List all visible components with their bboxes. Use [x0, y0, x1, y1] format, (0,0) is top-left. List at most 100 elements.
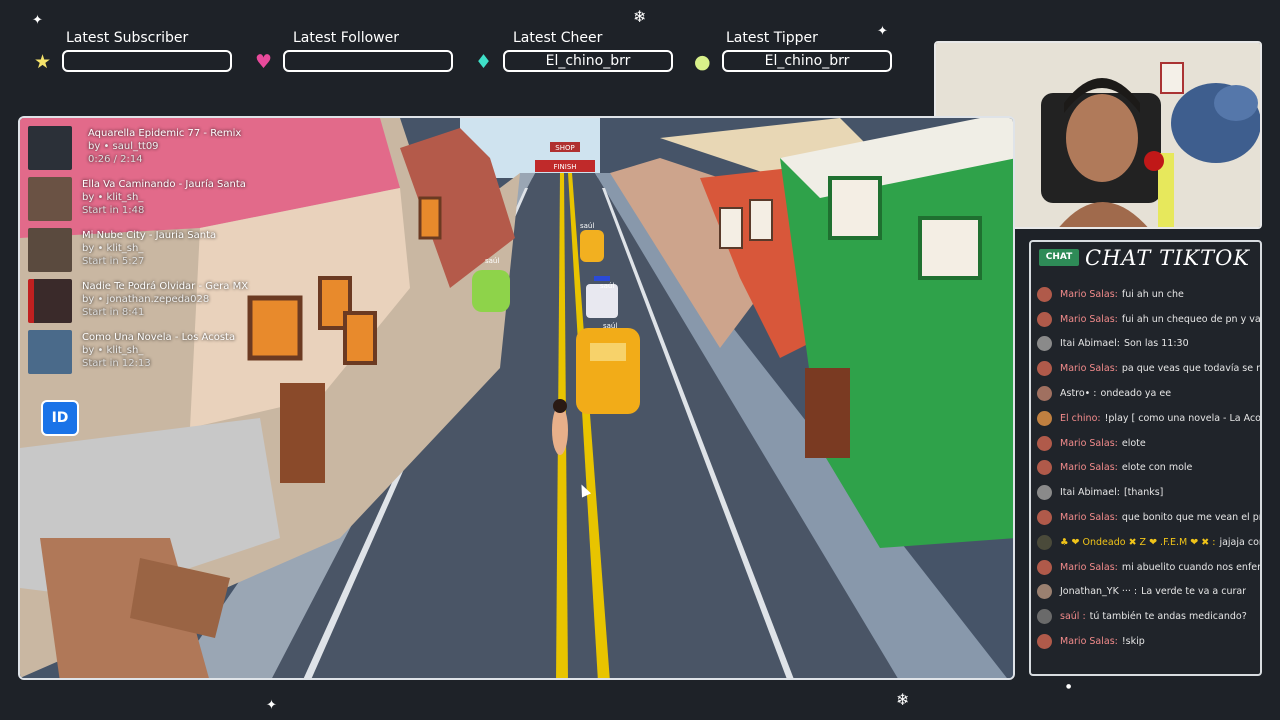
queue-item: Nadie Te Podrá Olvidar - Gera MX by • jo… — [26, 277, 256, 328]
chat-text: jajaja com — [1219, 536, 1260, 548]
chat-username: Mario Salas: — [1060, 363, 1118, 375]
chat-message: Mario Salas: fui ah un che — [1037, 282, 1260, 307]
sparkle-icon: ❄ — [896, 690, 910, 709]
user-avatar — [1037, 386, 1052, 402]
chat-text: Son las 11:30 — [1123, 338, 1189, 350]
user-avatar — [1037, 485, 1052, 501]
chat-message: Mario Salas:pa que veas que todavía se m… — [1037, 356, 1260, 381]
chat-username: Mario Salas: — [1060, 512, 1118, 524]
chat-username: saúl : — [1060, 611, 1086, 623]
chat-text: mi abuelito cuando nos enferma — [1121, 561, 1261, 573]
user-avatar — [1037, 609, 1052, 625]
alert-value-box: El_chino_brr — [503, 50, 673, 72]
coin-icon: ● — [694, 51, 711, 73]
finish-sign: FINISH — [553, 163, 576, 171]
shop-sign: SHOP — [555, 144, 574, 152]
chat-username: ♣ ❤ Ondeado ✖ Z ❤ .F.E.M ❤ ✖ : — [1060, 536, 1216, 548]
track-progress: 0:26 / 2:14 — [88, 154, 143, 165]
chat-title: CHAT TIKTOK — [1085, 246, 1250, 270]
album-art — [28, 228, 72, 272]
chat-message: Mario Salas: fui ah un chequeo de pn y va… — [1037, 307, 1261, 332]
chat-message: Astro• : ondeado ya ee — [1037, 381, 1260, 406]
user-avatar — [1037, 336, 1052, 352]
queue-item: Mi Nube City - Jauria Santa by • klit_sh… — [26, 226, 256, 277]
user-avatar — [1037, 460, 1052, 476]
vehicle-tag: saúl — [485, 257, 499, 265]
track-requester: by • klit_sh_ — [82, 192, 144, 203]
now-playing: Aquarella Epidemic 77 - Remix by • saul_… — [26, 124, 256, 175]
chat-username: Jonathan_YK ··· : — [1060, 586, 1138, 598]
sparkle-icon: ✦ — [266, 698, 277, 713]
vehicle-tag: saúl — [580, 222, 594, 230]
alert-title: Latest Cheer — [513, 30, 603, 46]
alert-title: Latest Tipper — [726, 30, 818, 46]
album-art — [28, 177, 72, 221]
chat-messages: Mario Salas: fui ah un che Mario Salas: fui… — [1037, 282, 1261, 654]
chat-message: Mario Salas: elote — [1037, 431, 1260, 456]
chat-message: El chino: !play [ como una novela - La Ac… — [1037, 406, 1260, 431]
chat-message: Mario Salas: que bonito que me vean el pn… — [1037, 505, 1261, 530]
user-avatar — [1037, 634, 1052, 650]
chat-message: Itai Abimael: [thanks] — [1037, 480, 1260, 505]
chat-text: fui ah un chequeo de pn y valió b — [1121, 313, 1261, 325]
user-avatar — [1037, 510, 1052, 526]
chat-message: Itai Abimael: Son las 11:30 — [1037, 332, 1260, 357]
chat-username: Mario Salas: — [1060, 288, 1118, 300]
user-avatar — [1037, 311, 1052, 327]
track-start: Start in 8:41 — [82, 307, 145, 318]
chat-text: pa que veas que todavía se me p — [1121, 363, 1260, 375]
vehicle-tag: saúl — [600, 282, 614, 290]
tiktok-chat-panel: CHAT CHAT TIKTOK Mario Salas: fui ah un c… — [1029, 240, 1262, 676]
chat-text: que bonito que me vean el pncit — [1121, 512, 1261, 524]
user-avatar — [1037, 584, 1052, 600]
chat-username: Mario Salas: — [1060, 636, 1118, 648]
user-avatar — [1037, 361, 1052, 377]
sparkle-icon: ✦ — [32, 13, 43, 28]
album-art — [28, 126, 72, 170]
chat-username: Itai Abimael: — [1060, 487, 1120, 499]
track-requester: by • klit_sh_ — [82, 243, 144, 254]
track-title: Como Una Novela - Los Acosta — [82, 332, 236, 343]
user-avatar — [1037, 410, 1052, 426]
user-avatar — [1037, 435, 1052, 451]
chat-message: Mario Salas: elote con mole — [1037, 456, 1260, 481]
track-start: Start in 1:48 — [82, 205, 145, 216]
sparkle-icon: ● — [1066, 683, 1072, 690]
track-title: Ella Va Caminando - Jauría Santa — [82, 179, 246, 190]
chat-username: Mario Salas: — [1060, 313, 1118, 325]
chat-username: Mario Salas: — [1060, 462, 1118, 474]
alert-value-box — [62, 50, 232, 72]
user-avatar — [1037, 559, 1052, 575]
chat-message: Mario Salas: mi abuelito cuando nos enfer… — [1037, 555, 1261, 580]
sparkle-icon: ✦ — [877, 24, 888, 39]
track-title: Nadie Te Podrá Olvidar - Gera MX — [82, 281, 249, 292]
track-title: Mi Nube City - Jauria Santa — [82, 230, 217, 241]
song-queue: Aquarella Epidemic 77 - Remix by • saul_… — [26, 124, 256, 379]
chat-text: tú también te andas medicando? — [1089, 611, 1247, 623]
alert-title: Latest Subscriber — [66, 30, 189, 46]
queue-item: Ella Va Caminando - Jauría Santa by • kl… — [26, 175, 256, 226]
track-requester: by • saul_tt09 — [88, 141, 159, 152]
chat-username: Itai Abimael: — [1060, 338, 1120, 350]
user-avatar — [1037, 286, 1052, 302]
chat-text: elote con mole — [1121, 462, 1193, 474]
sparkle-icon: ❄ — [633, 7, 647, 26]
alert-value-box — [283, 50, 453, 72]
chat-message: Jonathan_YK ··· : La verde te va a curar — [1037, 580, 1260, 605]
chat-message: Mario Salas: !skip — [1037, 629, 1260, 654]
chat-message: ♣ ❤ Ondeado ✖ Z ❤ .F.E.M ❤ ✖ :jajaja com — [1037, 530, 1260, 555]
gem-icon: ♦ — [475, 51, 493, 73]
track-title: Aquarella Epidemic 77 - Remix — [88, 128, 242, 139]
id-button[interactable]: ID — [41, 400, 79, 436]
chat-text: fui ah un che — [1121, 288, 1184, 300]
vehicle-tag: saúl — [603, 322, 617, 330]
chat-text: ondeado ya ee — [1100, 388, 1172, 400]
chat-badge: CHAT — [1039, 249, 1079, 266]
chat-username: El chino: — [1060, 412, 1101, 424]
chat-username: Astro• : — [1060, 388, 1097, 400]
chat-text: La verde te va a curar — [1141, 586, 1247, 598]
yellow-car-far — [580, 230, 604, 262]
alert-value-box: El_chino_brr — [722, 50, 892, 72]
alert-title: Latest Follower — [293, 30, 399, 46]
track-requester: by • jonathan.zepeda028 — [82, 294, 210, 305]
